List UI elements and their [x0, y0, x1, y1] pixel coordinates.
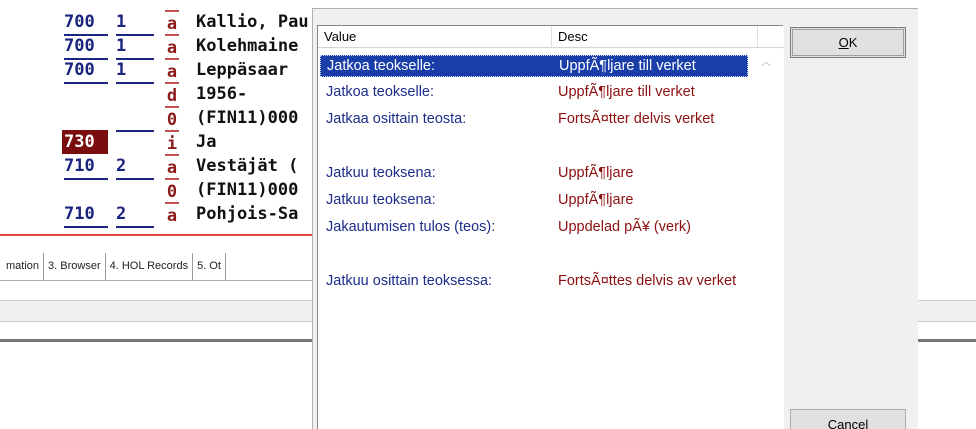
toolbar-strip [0, 300, 320, 322]
right-background [918, 0, 976, 429]
panel-divider [0, 339, 320, 342]
marc-subfield-row[interactable]: d 1956- [0, 82, 320, 108]
item-value: Jatkaa osittain teosta: [326, 111, 467, 127]
item-desc: UppfÃ¶ljare till verket [558, 84, 695, 100]
item-desc: UppfÃ¶ljare [558, 165, 634, 181]
item-desc: FortsÃ¤ttes delvis av verket [558, 273, 737, 289]
panel-divider [918, 339, 976, 342]
tab-strip: mation 3. Browser 4. HOL Records 5. Ot [0, 253, 320, 281]
subfield-value[interactable]: (FIN11)000 [196, 106, 298, 130]
subfield-code[interactable]: a [165, 154, 179, 180]
item-desc: UppfÃ¶ljare [558, 192, 634, 208]
subfield-value[interactable]: (FIN11)000 [196, 178, 298, 202]
editor-divider [0, 234, 320, 236]
marc-subfield-row[interactable]: 0 (FIN11)000 [0, 178, 320, 204]
field-indicator[interactable]: 1 [116, 10, 154, 36]
marc-field-row[interactable]: 710 2 a Vestäjät ( [0, 154, 320, 180]
item-value: Jatkoa teokselle: [326, 84, 435, 100]
subfield-code[interactable]: a [165, 202, 179, 228]
list-item[interactable]: Jatkuu osittain teoksessa: FortsÃ¤ttes d… [320, 271, 748, 313]
marc-field-row[interactable]: 700 1 a Kallio, Pau [0, 10, 320, 36]
subfield-code[interactable]: a [165, 58, 179, 84]
value-picker-dialog: Value Desc Jatkoa teokselle: UppfÃ¶ljare… [312, 8, 918, 429]
list-item[interactable]: Jatkuu teoksena: UppfÃ¶ljare [320, 163, 748, 185]
tab-hol-records[interactable]: 4. HOL Records [106, 253, 194, 280]
subfield-value[interactable]: Kallio, Pau [196, 10, 309, 34]
subfield-value[interactable]: Leppäsaar [196, 58, 288, 82]
field-tag[interactable]: 710 [64, 202, 108, 228]
toolbar-strip [918, 300, 976, 322]
item-value: Jatkuu osittain teoksessa: [326, 273, 493, 289]
subfield-value[interactable]: Ja [196, 130, 216, 154]
list-item[interactable]: Jatkaa osittain teosta: FortsÃ¤tter delv… [320, 109, 748, 151]
subfield-value[interactable]: 1956- [196, 82, 247, 106]
tab-browser[interactable]: 3. Browser [44, 253, 106, 280]
list-item[interactable]: Jatkoa teokselle: UppfÃ¶ljare till verke… [320, 82, 748, 104]
field-indicator[interactable]: 1 [116, 58, 154, 84]
field-indicator[interactable]: 1 [116, 34, 154, 60]
cancel-button[interactable]: Cancel [790, 409, 906, 429]
list-header: Value Desc [318, 26, 784, 48]
field-tag-selected[interactable]: 730 [62, 130, 108, 154]
subfield-value[interactable]: Vestäjät ( [196, 154, 298, 178]
item-desc: Uppdelad pÃ¥ (verk) [558, 219, 691, 235]
subfield-code[interactable]: 0 [165, 106, 179, 132]
ok-button[interactable]: OK [790, 27, 906, 58]
field-indicator[interactable] [116, 130, 154, 132]
item-value: Jakautumisen tulos (teos): [326, 219, 496, 235]
list-item-selected[interactable]: Jatkoa teokselle: UppfÃ¶ljare till verke… [320, 55, 748, 77]
marc-field-row[interactable]: 730 i Ja [0, 130, 320, 156]
field-indicator[interactable]: 2 [116, 154, 154, 180]
subfield-code[interactable]: a [165, 10, 179, 36]
column-header-desc[interactable]: Desc [552, 26, 758, 48]
subfield-value[interactable]: Kolehmaine [196, 34, 298, 58]
list-item[interactable]: Jatkuu teoksena: UppfÃ¶ljare [320, 190, 748, 212]
item-desc: FortsÃ¤tter delvis verket [558, 111, 715, 127]
item-desc: UppfÃ¶ljare till verket [559, 58, 696, 74]
marc-subfield-row[interactable]: 0 (FIN11)000 [0, 106, 320, 132]
tab-information[interactable]: mation [0, 253, 45, 280]
item-value: Jatkuu teoksena: [326, 165, 436, 181]
value-list[interactable]: Value Desc Jatkoa teokselle: UppfÃ¶ljare… [317, 25, 784, 429]
field-tag[interactable]: 700 [64, 58, 108, 84]
column-header-value[interactable]: Value [318, 26, 552, 48]
subfield-code[interactable]: a [165, 34, 179, 60]
marc-field-row[interactable]: 710 2 a Pohjois-Sa [0, 202, 320, 228]
field-tag[interactable]: 710 [64, 154, 108, 180]
marc-field-row[interactable]: 700 1 a Leppäsaar [0, 58, 320, 84]
tab-other[interactable]: 5. Ot [193, 253, 226, 280]
field-tag[interactable]: 700 [64, 34, 108, 60]
list-item[interactable]: Jakautumisen tulos (teos): Uppdelad pÃ¥ … [320, 217, 748, 259]
field-indicator[interactable]: 2 [116, 202, 154, 228]
subfield-code[interactable]: 0 [165, 178, 179, 204]
subfield-code[interactable]: d [165, 82, 179, 108]
item-value: Jatkuu teoksena: [326, 192, 436, 208]
subfield-value[interactable]: Pohjois-Sa [196, 202, 298, 226]
list-scrollbar[interactable]: ︿ [748, 49, 784, 429]
field-tag[interactable]: 700 [64, 10, 108, 36]
item-value: Jatkoa teokselle: [327, 58, 436, 74]
subfield-code[interactable]: i [165, 130, 179, 156]
column-header-empty [758, 26, 784, 48]
ok-button-focus-ring [792, 29, 904, 56]
marc-field-row[interactable]: 700 1 a Kolehmaine [0, 34, 320, 60]
scroll-up-arrow-icon[interactable]: ︿ [758, 55, 774, 69]
